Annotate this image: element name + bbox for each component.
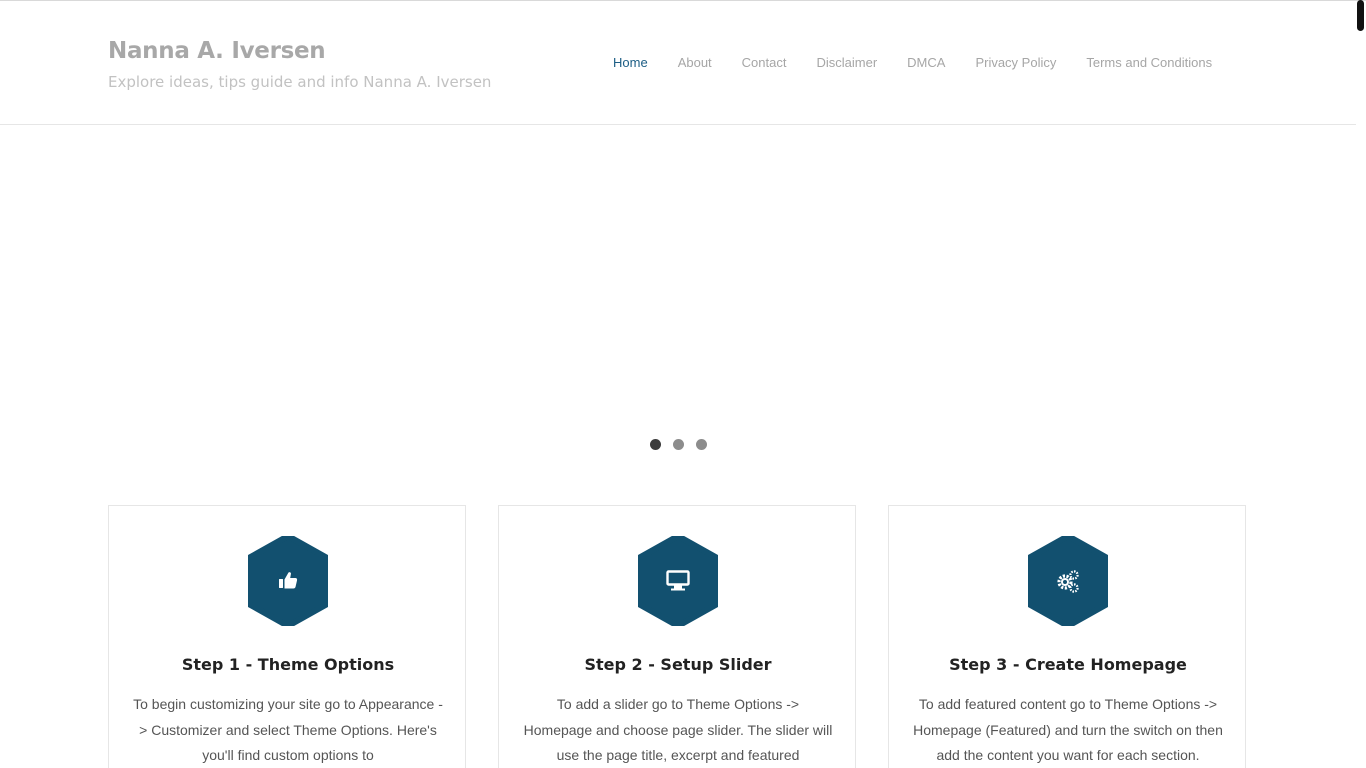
nav-terms-and-conditions[interactable]: Terms and Conditions	[1086, 55, 1212, 70]
slider-pagination	[650, 439, 707, 450]
feature-card-2: Step 2 - Setup Slider To add a slider go…	[498, 505, 856, 768]
feature-text: To add featured content go to Theme Opti…	[913, 696, 1223, 763]
hexagon-badge	[248, 536, 328, 626]
page: Nanna A. Iversen Explore ideas, tips gui…	[0, 0, 1366, 768]
nav-home[interactable]: Home	[613, 55, 648, 70]
hero-slider	[0, 125, 1356, 465]
hexagon-badge	[638, 536, 718, 626]
feature-title: Step 3 - Create Homepage	[949, 655, 1187, 674]
slider-dot-2[interactable]	[673, 439, 684, 450]
feature-title: Step 2 - Setup Slider	[584, 655, 772, 674]
scrollbar-thumb[interactable]	[1357, 0, 1364, 31]
slider-dot-1[interactable]	[650, 439, 661, 450]
nav-about[interactable]: About	[678, 55, 712, 70]
feature-card-3: Step 3 - Create Homepage To add featured…	[888, 505, 1246, 768]
nav-contact[interactable]: Contact	[742, 55, 787, 70]
hexagon-badge	[1028, 536, 1108, 626]
feature-text: To begin customizing your site go to App…	[133, 696, 443, 763]
site-tagline: Explore ideas, tips guide and info Nanna…	[108, 73, 492, 91]
nav-privacy-policy[interactable]: Privacy Policy	[975, 55, 1056, 70]
site-title[interactable]: Nanna A. Iversen	[108, 38, 326, 64]
main-nav: Home About Contact Disclaimer DMCA Priva…	[613, 55, 1212, 70]
site-header: Nanna A. Iversen Explore ideas, tips gui…	[0, 1, 1356, 125]
nav-disclaimer[interactable]: Disclaimer	[816, 55, 877, 70]
nav-dmca[interactable]: DMCA	[907, 55, 945, 70]
feature-text: To add a slider go to Theme Options -> H…	[523, 696, 833, 763]
feature-card-1: Step 1 - Theme Options To begin customiz…	[108, 505, 466, 768]
slider-dot-3[interactable]	[696, 439, 707, 450]
feature-title: Step 1 - Theme Options	[181, 655, 395, 674]
